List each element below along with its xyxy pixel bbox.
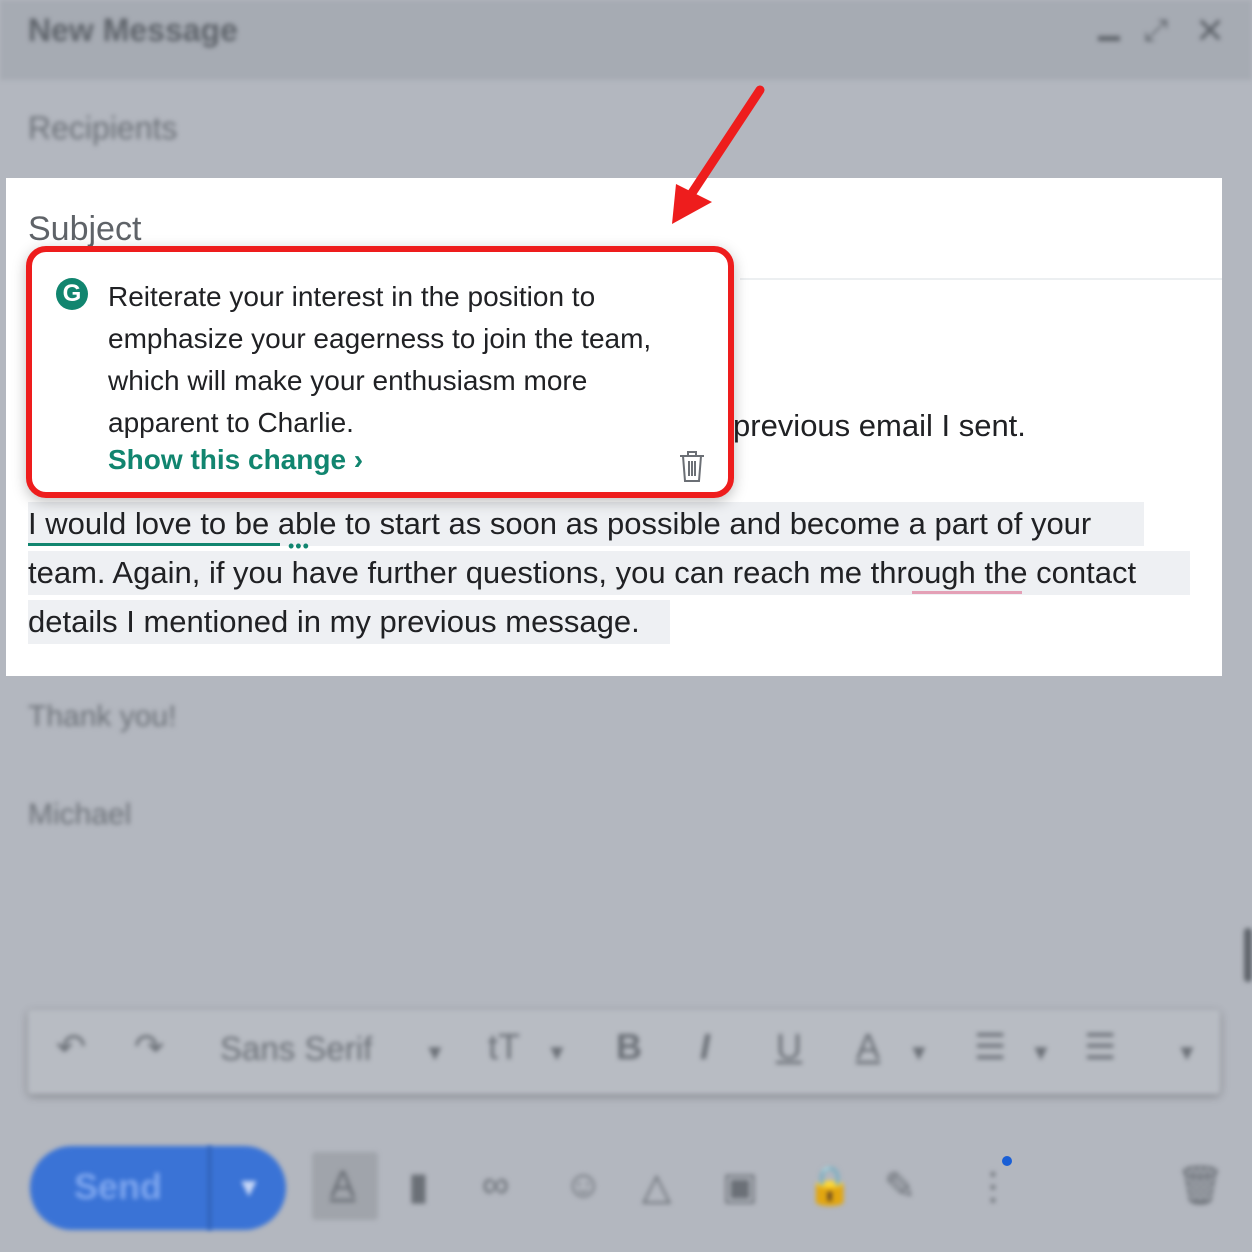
subject-field[interactable]: Subject: [28, 210, 141, 249]
discard-draft-icon[interactable]: 🗑: [1176, 1164, 1224, 1208]
closing-line: Thank you!: [28, 700, 177, 733]
more-options-icon[interactable]: ⋮: [974, 1164, 1012, 1209]
emoji-icon[interactable]: ☺: [564, 1164, 603, 1207]
spelling-underline[interactable]: [912, 591, 1022, 594]
notification-dot: [1002, 1156, 1012, 1166]
chevron-down-icon[interactable]: ▼: [908, 1040, 930, 1066]
signature-line: Michael: [28, 798, 132, 831]
expand-icon[interactable]: ⤢: [1144, 14, 1168, 48]
drive-icon[interactable]: △: [642, 1164, 671, 1209]
chevron-down-icon[interactable]: ▼: [546, 1040, 568, 1066]
bold-button[interactable]: B: [616, 1026, 642, 1068]
confidential-lock-icon[interactable]: 🔒: [806, 1164, 853, 1208]
redo-icon[interactable]: ↷: [134, 1026, 164, 1068]
font-select[interactable]: Sans Serif: [220, 1030, 372, 1068]
show-change-link[interactable]: Show this change ›: [108, 444, 363, 476]
font-size-icon[interactable]: tT: [488, 1026, 520, 1068]
close-icon[interactable]: ✕: [1195, 10, 1225, 52]
send-divider: [208, 1146, 211, 1230]
link-icon[interactable]: ∞: [482, 1164, 509, 1207]
numbered-list-icon[interactable]: ☰: [1084, 1026, 1116, 1068]
grammarly-logo-icon: G: [56, 278, 88, 310]
photo-icon[interactable]: ▣: [722, 1164, 758, 1209]
schedule-send-icon[interactable]: ▼: [236, 1172, 262, 1203]
italic-button[interactable]: I: [700, 1026, 710, 1068]
scrollbar-thumb[interactable]: [1244, 928, 1252, 982]
trash-icon[interactable]: [676, 448, 708, 484]
suggestion-underline[interactable]: [28, 543, 280, 546]
suggestion-text: Reiterate your interest in the position …: [108, 281, 652, 438]
more-formatting-icon[interactable]: ▼: [1176, 1040, 1198, 1066]
send-label: Send: [74, 1166, 163, 1207]
compose-title: New Message: [28, 12, 238, 48]
text-color-button[interactable]: A: [856, 1026, 880, 1068]
undo-icon[interactable]: ↶: [56, 1026, 86, 1068]
underline-button[interactable]: U: [776, 1026, 802, 1068]
body-line-1[interactable]: I would love to be able to start as soon…: [28, 506, 1091, 542]
attach-icon[interactable]: ▮: [408, 1164, 429, 1209]
subject-divider: [740, 278, 1222, 280]
formatting-icon[interactable]: A: [330, 1164, 355, 1207]
recipients-field[interactable]: Recipients: [28, 110, 177, 147]
align-icon[interactable]: ☰: [974, 1026, 1006, 1068]
body-partial-line: previous email I sent.: [733, 408, 1026, 443]
signature-pen-icon[interactable]: ✎: [884, 1164, 916, 1209]
suggestion-dots: •••: [288, 536, 310, 556]
body-line-2[interactable]: team. Again, if you have further questio…: [28, 555, 1136, 591]
chevron-down-icon[interactable]: ▼: [424, 1040, 446, 1066]
minimize-icon[interactable]: [1098, 36, 1120, 41]
body-line-3[interactable]: details I mentioned in my previous messa…: [28, 604, 640, 640]
chevron-down-icon[interactable]: ▼: [1030, 1040, 1052, 1066]
